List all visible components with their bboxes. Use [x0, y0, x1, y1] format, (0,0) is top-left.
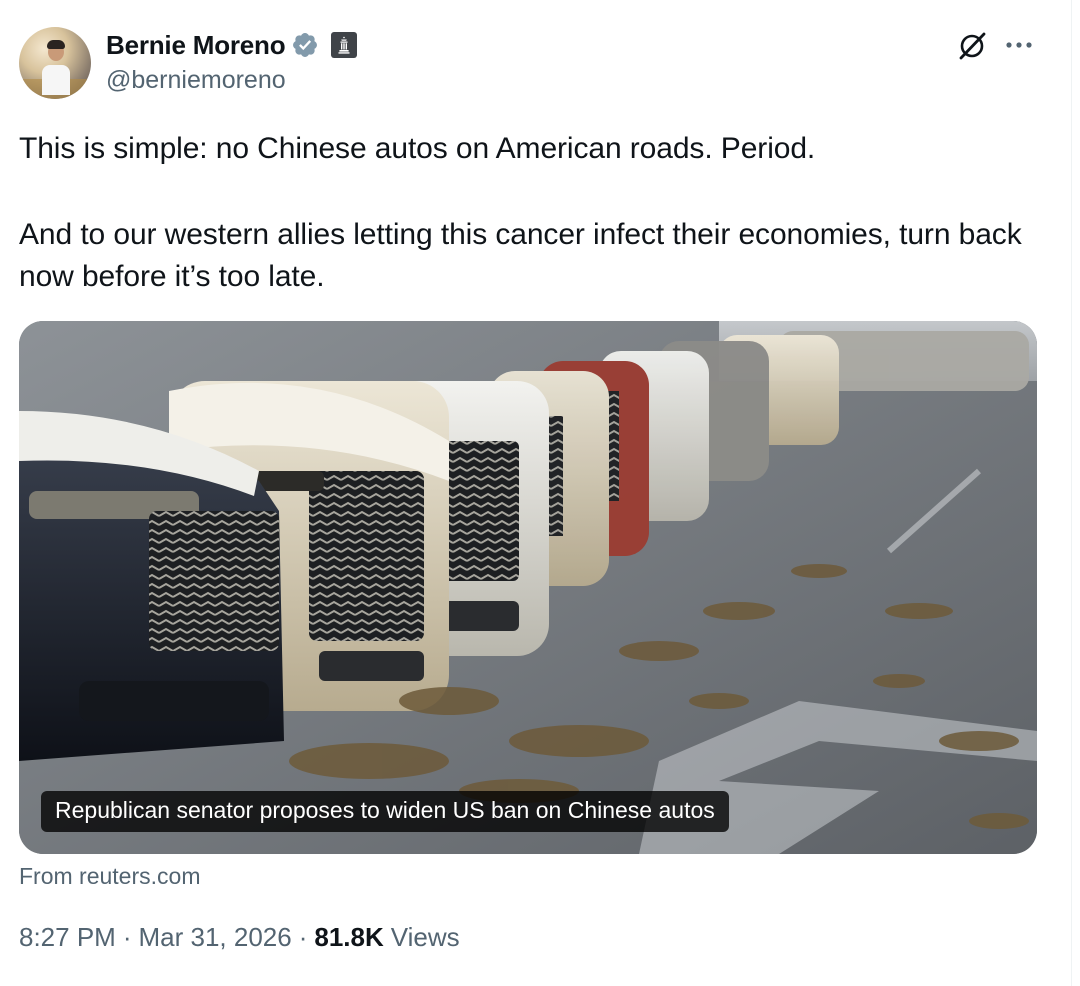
author-name[interactable]: Bernie Moreno [106, 30, 286, 61]
verified-badge-icon[interactable] [291, 31, 319, 59]
tweet-date[interactable]: Mar 31, 2026 [139, 922, 292, 953]
card-source[interactable]: From reuters.com [19, 863, 200, 890]
tweet-text: This is simple: no Chinese autos on Amer… [19, 128, 1049, 298]
author-name-row: Bernie Moreno [106, 28, 358, 62]
meta-separator: · [122, 922, 132, 952]
tweet-paragraph-1: This is simple: no Chinese autos on Amer… [19, 132, 816, 165]
ellipsis-icon[interactable] [1004, 40, 1034, 50]
avatar[interactable] [19, 27, 91, 99]
car-lineup-photo [19, 321, 1037, 854]
tweet-time[interactable]: 8:27 PM [19, 922, 116, 953]
meta-separator: · [298, 922, 308, 952]
card-caption[interactable]: Republican senator proposes to widen US … [41, 791, 729, 832]
tweet-meta: 8:27 PM · Mar 31, 2026 · 81.8K Views [19, 922, 460, 953]
views-count[interactable]: 81.8K [314, 922, 383, 953]
grok-slash-icon[interactable] [956, 30, 988, 62]
author-handle[interactable]: @berniemoreno [106, 66, 286, 95]
right-border [1071, 0, 1072, 986]
link-card-image[interactable]: Republican senator proposes to widen US … [19, 321, 1037, 854]
tweet-paragraph-2: And to our western allies letting this c… [19, 218, 1022, 293]
avatar-shirt [42, 65, 70, 95]
avatar-hair [47, 40, 65, 49]
government-building-icon[interactable] [331, 32, 358, 58]
views-label: Views [390, 922, 460, 952]
